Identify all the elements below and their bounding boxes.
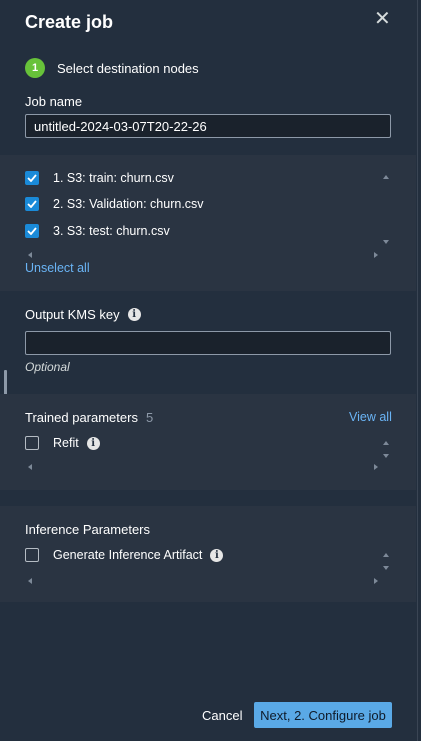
cancel-button[interactable]: Cancel — [202, 708, 242, 723]
node-checkbox[interactable] — [25, 224, 39, 238]
scroll-up-icon[interactable] — [383, 553, 389, 557]
kms-key-label-row: Output KMS key i — [25, 307, 141, 322]
next-configure-job-button[interactable]: Next, 2. Configure job — [254, 702, 392, 728]
info-icon[interactable]: i — [210, 548, 224, 562]
kms-key-label: Output KMS key — [25, 307, 120, 322]
scroll-right-icon[interactable] — [374, 464, 378, 470]
refit-checkbox[interactable] — [25, 436, 39, 450]
job-name-label: Job name — [25, 94, 83, 109]
step-label: Select destination nodes — [57, 60, 199, 76]
trained-parameters-section: Trained parameters 5 View all Refit i — [0, 394, 416, 490]
scroll-up-icon[interactable] — [383, 175, 389, 179]
node-checkbox[interactable] — [25, 197, 39, 211]
node-label: 1. S3: train: churn.csv — [53, 171, 174, 185]
close-icon[interactable]: ✕ — [374, 9, 391, 29]
trained-parameters-count: 5 — [145, 410, 154, 425]
view-all-link[interactable]: View all — [349, 410, 392, 424]
node-row[interactable]: 3. S3: test: churn.csv — [25, 224, 170, 238]
inference-parameters-label: Inference Parameters — [25, 522, 151, 537]
trained-parameters-header: Trained parameters 5 — [25, 410, 153, 425]
scroll-left-icon[interactable] — [28, 464, 32, 470]
step-number-badge: 1 — [25, 58, 45, 78]
step-indicator: 1 Select destination nodes — [25, 58, 199, 78]
scroll-up-icon[interactable] — [383, 441, 389, 445]
unselect-all-link[interactable]: Unselect all — [25, 261, 90, 275]
scroll-left-icon[interactable] — [28, 252, 32, 258]
scroll-right-icon[interactable] — [374, 578, 378, 584]
generate-inference-artifact-checkbox[interactable] — [25, 548, 39, 562]
node-label: 2. S3: Validation: churn.csv — [53, 197, 204, 211]
job-name-input[interactable] — [25, 114, 391, 138]
parameter-row[interactable]: Refit i — [25, 436, 100, 450]
destination-nodes-section: 1. S3: train: churn.csv 2. S3: Validatio… — [0, 155, 416, 291]
node-checkbox[interactable] — [25, 171, 39, 185]
scroll-down-icon[interactable] — [383, 240, 389, 244]
node-row[interactable]: 1. S3: train: churn.csv — [25, 171, 174, 185]
scroll-down-icon[interactable] — [383, 566, 389, 570]
parameter-row[interactable]: Generate Inference Artifact i — [25, 548, 224, 562]
kms-key-hint: Optional — [25, 360, 70, 374]
create-job-panel: Create job ✕ 1 Select destination nodes … — [0, 0, 418, 741]
trained-parameters-label: Trained parameters — [25, 410, 138, 425]
info-icon[interactable]: i — [86, 436, 100, 450]
parameter-label: Refit — [53, 436, 79, 450]
node-label: 3. S3: test: churn.csv — [53, 224, 170, 238]
panel-title: Create job — [25, 12, 114, 32]
scroll-right-icon[interactable] — [374, 252, 378, 258]
scroll-left-icon[interactable] — [28, 578, 32, 584]
inference-parameters-section: Inference Parameters Generate Inference … — [0, 506, 416, 602]
scroll-down-icon[interactable] — [383, 454, 389, 458]
parameter-label: Generate Inference Artifact — [53, 548, 203, 562]
info-icon[interactable]: i — [127, 308, 141, 321]
kms-key-input[interactable] — [25, 331, 391, 355]
node-row[interactable]: 2. S3: Validation: churn.csv — [25, 197, 204, 211]
